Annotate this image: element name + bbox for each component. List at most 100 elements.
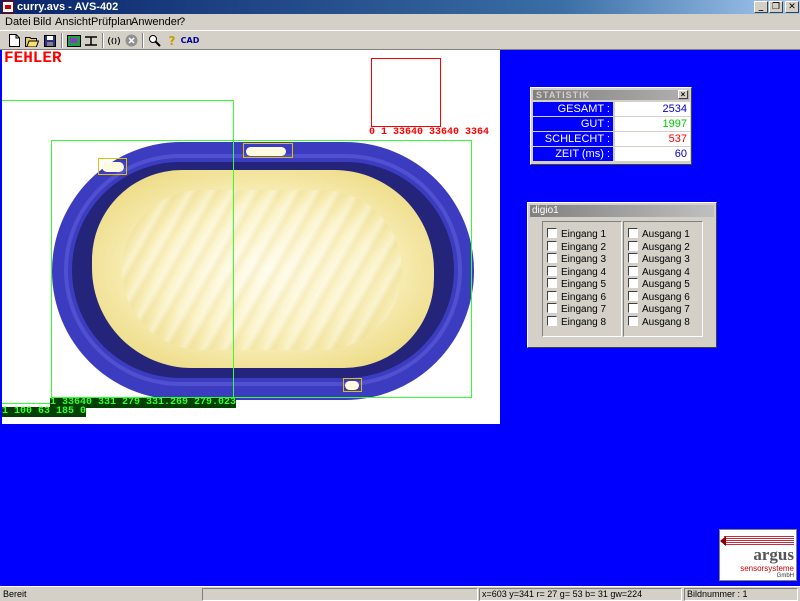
- checkbox[interactable]: [628, 266, 638, 277]
- logo-suffix: GmbH: [776, 573, 794, 579]
- toolbar: ? CAD: [0, 30, 800, 50]
- output-checkbox-row[interactable]: Ausgang 3: [628, 253, 690, 266]
- input-checkbox-row[interactable]: Eingang 4: [547, 266, 606, 279]
- help-icon[interactable]: ?: [164, 33, 180, 48]
- stat-value: 60: [615, 147, 690, 161]
- checkbox[interactable]: [547, 266, 557, 277]
- logo-brand: argus: [753, 545, 794, 564]
- red-roi-readout: 0 1 33640 33640 3364: [369, 127, 490, 138]
- image-view[interactable]: FEHLER 0 1 33640 33640 3364 1 33640 331 …: [2, 50, 500, 424]
- status-coords: x=603 y=341 r= 27 g= 53 b= 31 gw=224: [479, 588, 682, 601]
- cad-button[interactable]: CAD: [180, 33, 200, 48]
- close-icon[interactable]: ×: [678, 90, 688, 99]
- checkbox-label: Eingang 5: [561, 279, 607, 290]
- stat-row-zeit: ZEIT (ms) : 60: [533, 147, 690, 161]
- window-title: curry.avs - AVS-402: [17, 1, 119, 13]
- checkbox[interactable]: [547, 228, 557, 239]
- checkbox[interactable]: [547, 253, 557, 264]
- fehler-label: FEHLER: [4, 50, 62, 67]
- stat-value: 537: [615, 132, 690, 146]
- checkbox[interactable]: [628, 253, 638, 264]
- stat-label: GUT :: [533, 117, 613, 131]
- statistik-titlebar: STATISTIK ×: [533, 90, 689, 100]
- output-checkbox-row[interactable]: Ausgang 7: [628, 303, 690, 316]
- menu-anwender[interactable]: Anwender: [131, 16, 181, 28]
- stat-label: SCHLECHT :: [533, 132, 613, 146]
- toolbar-separator: [142, 33, 144, 48]
- image-icon[interactable]: [66, 33, 82, 48]
- menu-bild[interactable]: Bild: [33, 16, 51, 28]
- checkbox[interactable]: [547, 291, 557, 302]
- checkbox[interactable]: [547, 316, 557, 327]
- input-checkbox-row[interactable]: Eingang 5: [547, 278, 607, 291]
- menu-pruefplan[interactable]: Prüfplan: [91, 16, 132, 28]
- magnifier-icon[interactable]: [146, 33, 162, 48]
- output-checkbox-row[interactable]: Ausgang 5: [628, 278, 690, 291]
- output-checkbox-row[interactable]: Ausgang 1: [628, 228, 690, 241]
- menu-help[interactable]: ?: [179, 16, 185, 28]
- client-area: FEHLER 0 1 33640 33640 3364 1 33640 331 …: [0, 50, 800, 586]
- open-folder-icon[interactable]: [24, 33, 40, 48]
- checkbox[interactable]: [547, 241, 557, 252]
- checkbox[interactable]: [628, 316, 638, 327]
- statistik-title: STATISTIK: [536, 90, 591, 100]
- checkbox-label: Eingang 2: [561, 242, 607, 253]
- left-roi-readout: 1 100 63 185 0: [2, 406, 87, 417]
- minimize-button[interactable]: _: [754, 1, 768, 13]
- checkbox[interactable]: [628, 303, 638, 314]
- input-checkbox-row[interactable]: Eingang 1: [547, 228, 607, 241]
- outputs-group: Ausgang 1 Ausgang 2 Ausgang 3 Ausgang 4 …: [623, 221, 703, 337]
- stat-row-gut: GUT : 1997: [533, 117, 690, 131]
- close-button[interactable]: ✕: [785, 1, 799, 13]
- input-checkbox-row[interactable]: Eingang 8: [547, 316, 607, 329]
- checkbox-label: Ausgang 4: [642, 267, 690, 278]
- measure-icon[interactable]: [83, 33, 99, 48]
- new-file-icon[interactable]: [6, 33, 22, 48]
- status-ready: Bereit: [3, 589, 27, 599]
- checkbox[interactable]: [628, 291, 638, 302]
- input-checkbox-row[interactable]: Eingang 2: [547, 241, 607, 254]
- checkbox[interactable]: [628, 228, 638, 239]
- menu-datei[interactable]: Datei: [5, 16, 31, 28]
- stat-value: 1997: [615, 117, 690, 131]
- checkbox[interactable]: [628, 278, 638, 289]
- menu-ansicht[interactable]: Ansicht: [55, 16, 91, 28]
- checkbox-label: Eingang 6: [561, 292, 607, 303]
- stat-label: GESAMT :: [533, 102, 613, 116]
- toolbar-separator: [102, 33, 104, 48]
- output-checkbox-row[interactable]: Ausgang 8: [628, 316, 690, 329]
- output-checkbox-row[interactable]: Ausgang 4: [628, 266, 690, 279]
- stat-label: ZEIT (ms) :: [533, 147, 613, 161]
- signal-icon[interactable]: [106, 33, 122, 48]
- menu-bar: Datei Bild Ansicht Prüfplan Anwender ?: [0, 14, 800, 30]
- checkbox[interactable]: [547, 278, 557, 289]
- toolbar-separator: [61, 33, 63, 48]
- input-checkbox-row[interactable]: Eingang 7: [547, 303, 607, 316]
- checkbox-label: Ausgang 6: [642, 292, 690, 303]
- checkbox-label: Eingang 7: [561, 304, 607, 315]
- digio-window[interactable]: digio1 Eingang 1 Eingang 2 Eingang 3 Ein…: [527, 202, 717, 348]
- checkbox-label: Ausgang 7: [642, 304, 690, 315]
- digio-titlebar: digio1: [530, 205, 714, 217]
- checkbox[interactable]: [628, 241, 638, 252]
- checkbox-label: Ausgang 1: [642, 229, 690, 240]
- app-icon[interactable]: [2, 1, 14, 13]
- red-roi[interactable]: [371, 58, 441, 127]
- checkbox-label: Eingang 3: [561, 254, 607, 265]
- main-roi[interactable]: [51, 140, 472, 398]
- checkbox-label: Eingang 8: [561, 317, 607, 328]
- logo-subtitle: sensorsysteme: [740, 564, 794, 573]
- restore-button[interactable]: ❐: [769, 1, 783, 13]
- output-checkbox-row[interactable]: Ausgang 2: [628, 241, 690, 254]
- argus-logo: argus sensorsysteme GmbH: [719, 529, 797, 581]
- save-disk-icon[interactable]: [42, 33, 58, 48]
- statistik-window[interactable]: STATISTIK × GESAMT : 2534 GUT : 1997 SCH…: [530, 87, 692, 165]
- input-checkbox-row[interactable]: Eingang 6: [547, 291, 607, 304]
- input-checkbox-row[interactable]: Eingang 3: [547, 253, 607, 266]
- inputs-group: Eingang 1 Eingang 2 Eingang 3 Eingang 4 …: [542, 221, 622, 337]
- checkbox[interactable]: [547, 303, 557, 314]
- stop-icon[interactable]: [123, 33, 139, 48]
- stat-row-schlecht: SCHLECHT : 537: [533, 132, 690, 146]
- checkbox-label: Eingang 1: [561, 229, 607, 240]
- output-checkbox-row[interactable]: Ausgang 6: [628, 291, 690, 304]
